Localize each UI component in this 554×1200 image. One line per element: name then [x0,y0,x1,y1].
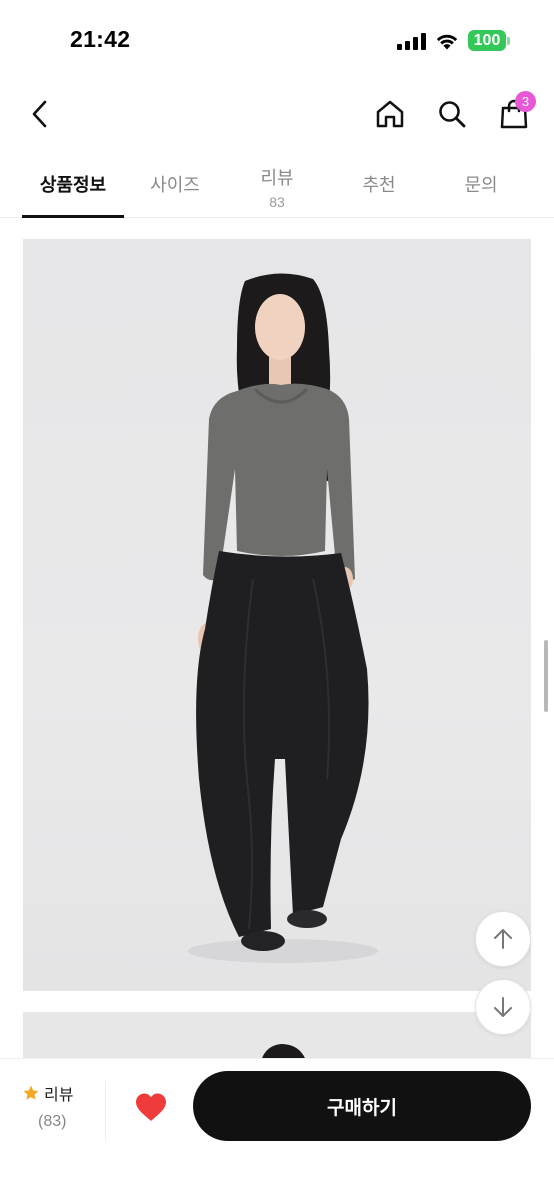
tab-label: 문의 [464,174,498,196]
tab-size[interactable]: 사이즈 [124,150,226,217]
tab-review-count: 83 [269,193,285,210]
search-button[interactable] [432,94,472,134]
tab-label: 리뷰 [260,167,294,189]
status-time: 21:42 [70,26,131,52]
tab-product-info[interactable]: 상품정보 [22,150,124,218]
tab-review[interactable]: 리뷰 83 [226,150,328,217]
product-photo-illustration [188,273,378,963]
tab-recommend[interactable]: 추천 [328,150,430,217]
tab-label: 상품정보 [39,174,107,196]
cart-button[interactable]: 3 [494,91,536,134]
buy-button[interactable]: 구매하기 [193,1071,531,1141]
home-button[interactable] [370,94,410,134]
product-image[interactable] [23,239,531,991]
review-summary[interactable]: 리뷰 (83) [22,1081,106,1141]
review-label: 리뷰 [44,1085,74,1104]
cart-count-badge: 3 [515,91,536,112]
tab-label: 추천 [362,174,396,196]
status-icons: 100 [397,30,510,51]
scroll-indicator[interactable] [544,640,548,712]
back-button[interactable] [22,96,58,132]
arrow-up-icon [494,929,512,949]
search-icon [439,101,466,128]
cellular-signal-icon [397,32,426,50]
star-icon [23,1085,39,1100]
scroll-bottom-button[interactable] [475,979,531,1035]
arrow-down-icon [494,997,512,1017]
heart-icon [136,1093,166,1121]
tab-label: 사이즈 [150,174,200,196]
battery-level: 100 [468,30,506,51]
review-count: (83) [38,1113,67,1130]
like-button[interactable] [130,1087,172,1127]
status-bar: 21:42 100 [0,0,554,80]
home-icon [376,100,404,128]
back-chevron-icon [32,100,47,128]
bottom-action-bar: 리뷰 (83) 구매하기 [0,1058,554,1200]
top-nav-bar: 3 [0,80,554,150]
battery-indicator: 100 [468,30,510,51]
wifi-icon [436,34,458,49]
tab-inquiry[interactable]: 문의 [430,150,532,217]
product-tabs: 상품정보 사이즈 리뷰 83 추천 문의 [0,150,554,218]
scroll-top-button[interactable] [475,911,531,967]
